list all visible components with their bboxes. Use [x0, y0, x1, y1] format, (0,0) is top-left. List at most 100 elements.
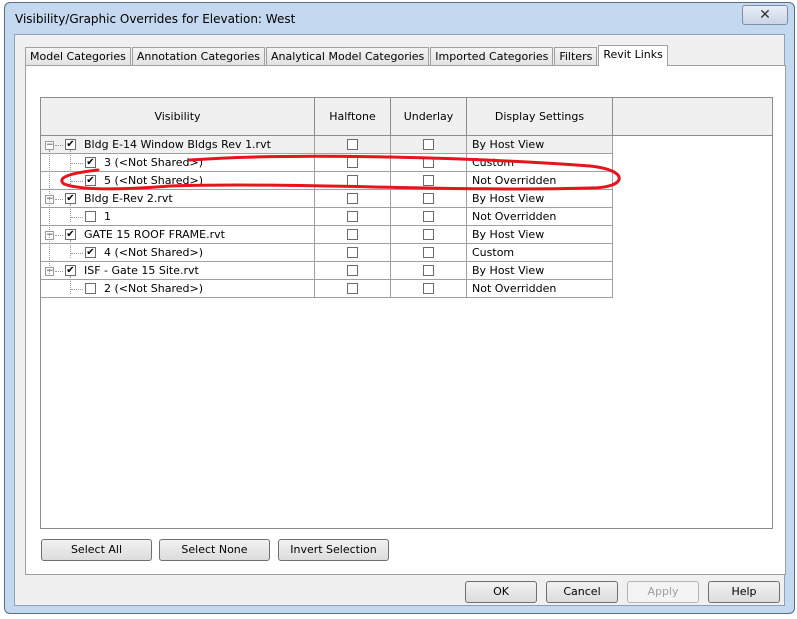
tree-line — [55, 145, 63, 146]
table-row: 1 Not Overridden — [41, 208, 613, 226]
visibility-cell: ✔ 4 (<Not Shared>) — [41, 244, 315, 262]
display-settings-cell[interactable]: By Host View — [467, 226, 613, 244]
table-row: − ✔ ISF - Gate 15 Site.rvt By Host View — [41, 262, 613, 280]
column-header-halftone[interactable]: Halftone — [315, 98, 391, 135]
halftone-checkbox[interactable] — [347, 211, 358, 222]
underlay-cell — [391, 136, 467, 154]
underlay-checkbox[interactable] — [423, 265, 434, 276]
underlay-checkbox[interactable] — [423, 139, 434, 150]
tree-line — [70, 150, 71, 186]
underlay-checkbox[interactable] — [423, 283, 434, 294]
invert-selection-button[interactable]: Invert Selection — [278, 539, 389, 561]
underlay-checkbox[interactable] — [423, 157, 434, 168]
visibility-cell: ✔ 5 (<Not Shared>) — [41, 172, 315, 190]
dialog-window: Visibility/Graphic Overrides for Elevati… — [4, 2, 795, 614]
visibility-cell: 1 — [41, 208, 315, 226]
visibility-checkbox[interactable] — [85, 211, 96, 222]
grid-header: Visibility Halftone Underlay Display Set… — [41, 98, 772, 136]
table-row: 2 (<Not Shared>) Not Overridden — [41, 280, 613, 298]
halftone-checkbox[interactable] — [347, 157, 358, 168]
halftone-cell — [315, 262, 391, 280]
dialog-client: Model Categories Annotation Categories Ana… — [14, 34, 786, 606]
tree-line — [49, 150, 50, 276]
link-name: Bldg E-Rev 2.rvt — [84, 192, 173, 205]
display-settings-cell[interactable]: Not Overridden — [467, 172, 613, 190]
column-header-blank — [613, 98, 772, 135]
visibility-checkbox[interactable]: ✔ — [65, 229, 76, 240]
halftone-checkbox[interactable] — [347, 229, 358, 240]
display-settings-cell[interactable]: By Host View — [467, 136, 613, 154]
links-grid: Visibility Halftone Underlay Display Set… — [40, 97, 773, 529]
help-button[interactable]: Help — [708, 581, 780, 603]
halftone-checkbox[interactable] — [347, 247, 358, 258]
display-settings-cell[interactable]: By Host View — [467, 190, 613, 208]
link-name: 2 (<Not Shared>) — [104, 282, 204, 295]
underlay-cell — [391, 226, 467, 244]
underlay-checkbox[interactable] — [423, 175, 434, 186]
dialog-title: Visibility/Graphic Overrides for Elevati… — [15, 12, 296, 26]
link-name: 3 (<Not Shared>) — [104, 156, 204, 169]
collapse-icon[interactable]: − — [45, 141, 54, 150]
tab-strip: Model Categories Annotation Categories Ana… — [25, 45, 669, 66]
link-name: 5 (<Not Shared>) — [104, 174, 204, 187]
visibility-cell: − ✔ ISF - Gate 15 Site.rvt — [41, 262, 315, 280]
underlay-cell — [391, 172, 467, 190]
display-settings-cell[interactable]: By Host View — [467, 262, 613, 280]
halftone-cell — [315, 280, 391, 298]
halftone-checkbox[interactable] — [347, 193, 358, 204]
display-settings-cell[interactable]: Not Overridden — [467, 280, 613, 298]
halftone-cell — [315, 244, 391, 262]
select-none-button[interactable]: Select None — [159, 539, 270, 561]
tree-line — [71, 253, 83, 254]
link-name: 1 — [104, 210, 111, 223]
ok-button[interactable]: OK — [465, 581, 537, 603]
column-header-underlay[interactable]: Underlay — [391, 98, 467, 135]
display-settings-cell[interactable]: Custom — [467, 244, 613, 262]
tab-revit-links[interactable]: Revit Links — [598, 45, 668, 66]
column-header-display-settings[interactable]: Display Settings — [467, 98, 613, 135]
column-header-visibility[interactable]: Visibility — [41, 98, 315, 135]
cancel-button[interactable]: Cancel — [546, 581, 618, 603]
halftone-checkbox[interactable] — [347, 139, 358, 150]
table-row: − ✔ Bldg E-Rev 2.rvt By Host View — [41, 190, 613, 208]
tab-annotation-categories[interactable]: Annotation Categories — [131, 47, 265, 66]
visibility-checkbox[interactable]: ✔ — [85, 157, 96, 168]
visibility-cell: − ✔ Bldg E-Rev 2.rvt — [41, 190, 315, 208]
halftone-cell — [315, 226, 391, 244]
visibility-checkbox[interactable] — [85, 283, 96, 294]
halftone-checkbox[interactable] — [347, 175, 358, 186]
link-name: Bldg E-14 Window Bldgs Rev 1.rvt — [84, 138, 271, 151]
halftone-checkbox[interactable] — [347, 265, 358, 276]
tree-line — [71, 289, 83, 290]
underlay-checkbox[interactable] — [423, 247, 434, 258]
close-button[interactable]: ✕ — [742, 5, 788, 25]
visibility-checkbox[interactable]: ✔ — [65, 193, 76, 204]
select-all-button[interactable]: Select All — [41, 539, 152, 561]
table-row: ✔ 3 (<Not Shared>) Custom — [41, 154, 613, 172]
tree-line — [71, 181, 83, 182]
tab-imported-categories[interactable]: Imported Categories — [430, 47, 554, 66]
visibility-checkbox[interactable]: ✔ — [85, 175, 96, 186]
visibility-checkbox[interactable]: ✔ — [65, 265, 76, 276]
underlay-checkbox[interactable] — [423, 193, 434, 204]
tree-line — [55, 271, 63, 272]
underlay-checkbox[interactable] — [423, 229, 434, 240]
halftone-cell — [315, 208, 391, 226]
visibility-checkbox[interactable]: ✔ — [65, 139, 76, 150]
visibility-checkbox[interactable]: ✔ — [85, 247, 96, 258]
tree-line — [55, 235, 63, 236]
halftone-cell — [315, 136, 391, 154]
tab-filters[interactable]: Filters — [554, 47, 598, 66]
tab-model-categories[interactable]: Model Categories — [25, 47, 131, 66]
underlay-checkbox[interactable] — [423, 211, 434, 222]
display-settings-cell[interactable]: Not Overridden — [467, 208, 613, 226]
link-name: GATE 15 ROOF FRAME.rvt — [84, 228, 225, 241]
visibility-cell: ✔ 3 (<Not Shared>) — [41, 154, 315, 172]
table-row: − ✔ Bldg E-14 Window Bldgs Rev 1.rvt By Ho… — [41, 136, 613, 154]
tab-analytical-model-categories[interactable]: Analytical Model Categories — [265, 47, 430, 66]
link-name: 4 (<Not Shared>) — [104, 246, 204, 259]
tree-line — [70, 240, 71, 258]
halftone-checkbox[interactable] — [347, 283, 358, 294]
display-settings-cell[interactable]: Custom — [467, 154, 613, 172]
visibility-cell: 2 (<Not Shared>) — [41, 280, 315, 298]
